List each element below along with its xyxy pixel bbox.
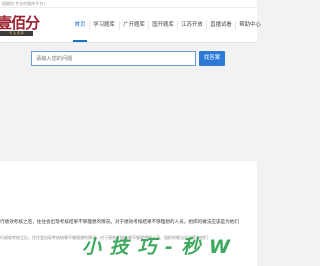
search-input[interactable] xyxy=(31,51,196,66)
nav-item-help-center[interactable]: 帮助中心 xyxy=(238,8,262,42)
site-header: 壹佰分 专 业 题 库 首页 学习题库 广开题库 国开题库 江苏开放 直播试看 … xyxy=(0,8,261,43)
logo-tagline: 专 业 题 库 xyxy=(0,31,33,36)
nav-item-guokai-bank[interactable]: 国开题库 xyxy=(151,8,175,42)
nav-divider xyxy=(89,21,90,30)
nav-divider xyxy=(119,21,120,30)
content-area: 行绩效考核之后，往往会出现考核结果不够理想的情况。对于绩效考核结果不够理想的人员… xyxy=(0,161,257,266)
top-notice-bar: 搜题快 专业的题库平台！ xyxy=(0,0,257,8)
nav-item-home[interactable]: 首页 xyxy=(73,8,87,42)
search-button[interactable]: 找答案 xyxy=(199,51,225,66)
nav-item-jiangsu-open[interactable]: 江苏开放 xyxy=(180,8,204,42)
nav-divider xyxy=(235,21,236,30)
top-notice-text: 搜题快 专业的题库平台！ xyxy=(2,1,48,6)
logo-text: 壹佰分 xyxy=(0,14,40,32)
question-text[interactable]: 行绩效考核之后，往往会出现考核结果不够理想的情况。对于绩效考核结果不够理想的人员… xyxy=(0,219,257,225)
nav-item-study-bank[interactable]: 学习题库 xyxy=(92,8,116,42)
watermark-overlay: 小 技 巧 - 秒 W xyxy=(82,236,231,258)
nav-divider xyxy=(177,21,178,30)
nav-item-guangkai-bank[interactable]: 广开题库 xyxy=(122,8,146,42)
nav-item-live-preview[interactable]: 直播试看 xyxy=(209,8,233,42)
site-logo[interactable]: 壹佰分 专 业 题 库 xyxy=(0,12,48,39)
nav-divider xyxy=(148,21,149,30)
nav-divider xyxy=(206,21,207,30)
